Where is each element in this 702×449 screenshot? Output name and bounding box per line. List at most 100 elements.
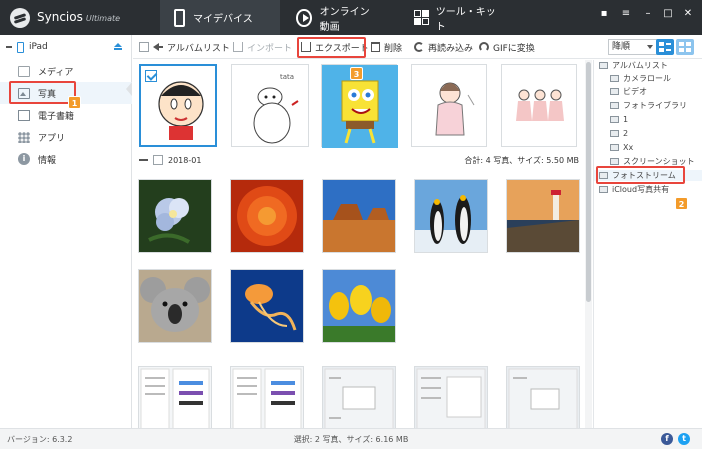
tab-my-device[interactable]: マイデバイス: [160, 0, 280, 35]
lighthouse-image: [507, 180, 579, 252]
screenshot-image: [232, 368, 302, 428]
highlight-photos: [9, 81, 76, 104]
sidebar-item-ebooks[interactable]: 電子書籍: [0, 104, 132, 126]
device-name: iPad: [29, 42, 48, 52]
photo-thumbnail[interactable]: tata: [231, 64, 309, 147]
close-icon[interactable]: ✕: [682, 8, 694, 20]
album-icon: [610, 116, 619, 123]
gif-convert-button[interactable]: GIFに変換: [479, 35, 535, 59]
checkbox-checked-icon[interactable]: [145, 70, 157, 82]
reload-icon: [414, 42, 424, 52]
settings-screenshot-image: [324, 368, 394, 428]
highlight-photo-stream: [596, 166, 685, 184]
import-button[interactable]: インポート: [233, 35, 292, 59]
title-bar: Syncios Ultimate マイデバイス オンライン動画 ツール・キット ▪…: [0, 0, 702, 35]
album-icon: [610, 130, 619, 137]
photo-thumbnail[interactable]: [506, 179, 580, 253]
girl-illustration-image: [435, 82, 475, 136]
collapse-icon[interactable]: [6, 46, 12, 48]
group-summary: 合計: 4 写真、サイズ: 5.50 MB: [464, 156, 579, 165]
album-icon: [599, 186, 608, 193]
album-tree-panel: アルバムリスト カメラロール ビデオ フォトライブラリ 1 2 Xx スクリーン…: [593, 60, 702, 428]
photo-thumbnail[interactable]: [138, 269, 212, 343]
sidebar-item-apps[interactable]: アプリ: [0, 126, 132, 148]
blue-flower-image: [139, 180, 211, 252]
maximize-icon[interactable]: □: [662, 8, 674, 20]
group-checkbox[interactable]: [153, 155, 163, 165]
ipad-icon: [17, 41, 24, 53]
chat-icon[interactable]: ▪: [598, 8, 610, 20]
settings-screenshot-image: [508, 368, 578, 428]
status-bar: バージョン: 6.3.2 選択: 2 写真、サイズ: 6.16 MB f t: [0, 428, 702, 449]
back-arrow-icon: [153, 42, 163, 52]
twitter-icon[interactable]: t: [678, 433, 690, 445]
settings-screenshot-image: [416, 368, 486, 428]
orange-chrysanthemum-image: [231, 180, 303, 252]
active-caret: [126, 82, 132, 96]
step-badge-1: 1: [68, 96, 81, 109]
import-icon: [233, 42, 243, 52]
yellow-tulips-image: [323, 270, 395, 342]
photo-thumbnail[interactable]: [230, 269, 304, 343]
album-icon: [610, 158, 619, 165]
album-icon: [610, 88, 619, 95]
delete-button[interactable]: 削除: [371, 35, 402, 59]
app-title: Syncios Ultimate: [37, 10, 121, 24]
toolbar: アルバムリスト インポート エクスポート 削除 再読み込み GIFに変換 降順: [133, 35, 702, 59]
reload-button[interactable]: 再読み込み: [414, 35, 473, 59]
sort-select[interactable]: 降順: [608, 39, 658, 55]
photo-thumbnail[interactable]: [322, 269, 396, 343]
syncios-logo-icon: [10, 8, 30, 28]
photo-thumbnail[interactable]: [230, 366, 304, 428]
info-icon: i: [18, 153, 30, 165]
date-group-header: 2018-01 合計: 4 写真、サイズ: 5.50 MB: [139, 153, 579, 167]
menu-icon[interactable]: ≡: [620, 8, 632, 20]
photo-thumbnail[interactable]: [501, 64, 577, 147]
tree-item-album-1[interactable]: 1: [594, 114, 702, 125]
tree-item-photo-library[interactable]: フォトライブラリ: [594, 100, 702, 111]
group-date-label: 2018-01: [168, 155, 202, 165]
list-view-icon[interactable]: [656, 39, 674, 55]
photo-thumbnail[interactable]: [506, 366, 580, 428]
collapse-group-icon[interactable]: [139, 159, 148, 161]
album-icon: [610, 102, 619, 109]
step-badge-2: 2: [675, 197, 688, 210]
device-row[interactable]: iPad: [0, 35, 132, 59]
minimize-icon[interactable]: –: [642, 8, 654, 20]
photo-thumbnail[interactable]: [414, 179, 488, 253]
photo-thumbnail[interactable]: [411, 64, 487, 147]
tree-item-album-2[interactable]: 2: [594, 128, 702, 139]
sidebar-item-info[interactable]: i 情報: [0, 148, 132, 170]
screenshot-image: [140, 368, 210, 428]
scrollbar-thumb[interactable]: [586, 62, 591, 302]
album-icon: [610, 75, 619, 82]
tree-item-album-list[interactable]: アルバムリスト: [594, 60, 702, 71]
tree-item-video[interactable]: ビデオ: [594, 86, 702, 97]
tree-item-album-xx[interactable]: Xx: [594, 142, 702, 153]
highlight-export: [297, 37, 366, 58]
gif-icon: [479, 42, 489, 52]
tree-item-icloud-sharing[interactable]: iCloud写真共有: [594, 184, 702, 195]
facebook-icon[interactable]: f: [661, 433, 673, 445]
tree-item-camera-roll[interactable]: カメラロール: [594, 73, 702, 84]
photo-thumbnail[interactable]: [138, 179, 212, 253]
tab-toolkit[interactable]: ツール・キット: [400, 0, 510, 35]
photo-thumbnail[interactable]: [414, 366, 488, 428]
tools-icon: [414, 9, 429, 26]
photo-thumbnail[interactable]: [138, 366, 212, 428]
photo-thumbnail[interactable]: [322, 366, 396, 428]
grid-view-icon[interactable]: [676, 39, 694, 55]
eject-icon[interactable]: [114, 43, 122, 51]
step-badge-3: 3: [350, 67, 363, 80]
select-all-checkbox[interactable]: [139, 42, 149, 52]
photo-thumbnail[interactable]: [230, 179, 304, 253]
photo-thumbnail[interactable]: [322, 179, 396, 253]
book-icon: [18, 109, 30, 121]
tab-online-video[interactable]: オンライン動画: [282, 0, 392, 35]
trash-icon: [371, 42, 380, 52]
photo-thumbnail[interactable]: [139, 64, 217, 147]
album-list-button[interactable]: アルバムリスト: [139, 35, 230, 59]
sidebar-item-media[interactable]: メディア: [0, 60, 132, 82]
album-icon: [610, 144, 619, 151]
jellyfish-image: [231, 270, 303, 342]
